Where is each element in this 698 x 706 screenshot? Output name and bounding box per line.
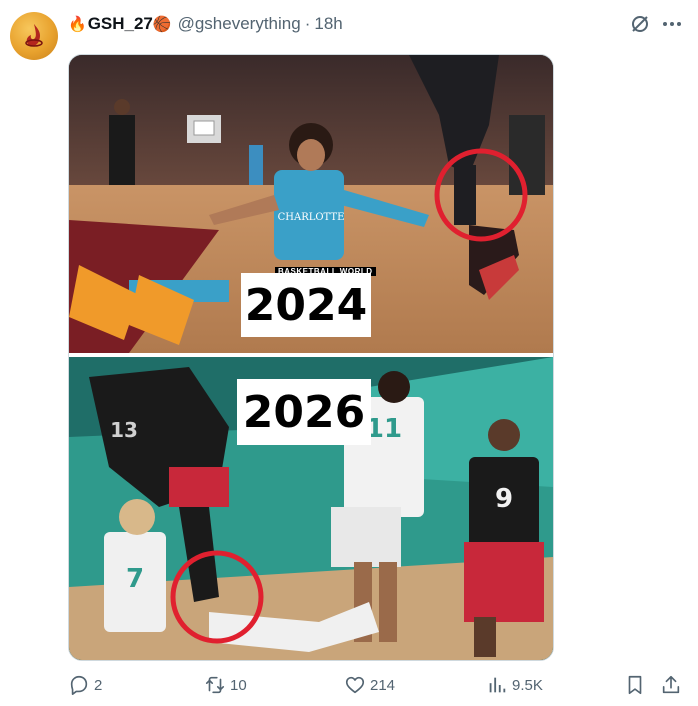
caption-2026: 2026 bbox=[237, 379, 371, 445]
jersey-text-charlotte: CHARLOTTE bbox=[278, 212, 345, 223]
share-icon bbox=[662, 675, 680, 694]
retweet-button[interactable]: 10 bbox=[204, 674, 247, 696]
bookmark-icon bbox=[628, 675, 642, 695]
jersey-number-9: 9 bbox=[495, 484, 513, 514]
caption-2024: 2024 bbox=[241, 273, 371, 337]
reply-count: 2 bbox=[94, 676, 103, 694]
tweet-media-image[interactable]: CHARLOTTE BASKETBALL WORLD 2024 11 9 7 1… bbox=[68, 54, 554, 661]
like-button[interactable]: 214 bbox=[344, 674, 395, 696]
like-count: 214 bbox=[370, 676, 396, 694]
bookmark-button[interactable] bbox=[624, 674, 650, 696]
reply-icon bbox=[70, 675, 88, 695]
more-icon[interactable] bbox=[660, 12, 684, 36]
jersey-number-7: 7 bbox=[126, 564, 144, 594]
like-icon bbox=[345, 676, 365, 694]
views-button[interactable]: 9.5K bbox=[486, 674, 543, 696]
tweet-actions-bar: 2 10 214 9.5K bbox=[0, 674, 698, 698]
heat-logo-icon bbox=[25, 24, 43, 47]
tweet-header: 🔥 GSH_27 🏀 @gsheverything · 18h bbox=[68, 13, 343, 35]
author-handle[interactable]: @gsheverything bbox=[178, 14, 301, 34]
basketball-emoji: 🏀 bbox=[152, 16, 172, 33]
reply-button[interactable]: 2 bbox=[68, 674, 102, 696]
jersey-number-11: 11 bbox=[366, 414, 402, 444]
author-name[interactable]: GSH_27 bbox=[88, 14, 153, 34]
share-button[interactable] bbox=[660, 674, 686, 696]
avatar[interactable] bbox=[10, 12, 58, 60]
views-icon bbox=[489, 677, 506, 693]
separator-dot: · bbox=[304, 14, 311, 33]
grok-icon[interactable] bbox=[628, 12, 652, 36]
retweet-icon bbox=[205, 676, 225, 694]
views-count: 9.5K bbox=[512, 676, 543, 694]
retweet-count: 10 bbox=[230, 676, 247, 694]
jersey-number-13: 13 bbox=[110, 418, 138, 442]
fire-emoji: 🔥 bbox=[68, 16, 87, 33]
timestamp[interactable]: 18h bbox=[314, 14, 342, 34]
